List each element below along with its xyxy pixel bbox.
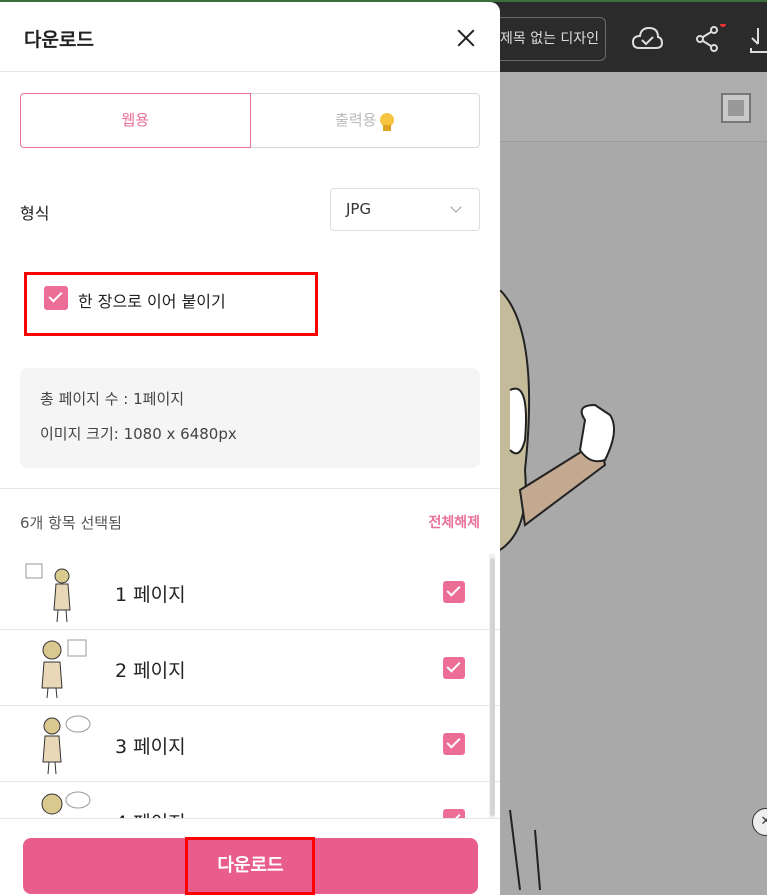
tab-print-label: 출력용 [335, 111, 377, 129]
check-icon [446, 734, 461, 749]
total-pages-text: 총 페이지 수 : 1페이지 [40, 390, 185, 408]
scrollbar[interactable] [490, 558, 495, 816]
download-modal: 다운로드 웹용 출력용 형식 JPG 한 장으로 이어 붙이기 총 페이지 수 … [0, 2, 500, 895]
download-button[interactable]: 다운로드 [23, 838, 478, 894]
format-select[interactable]: JPG [330, 188, 480, 231]
list-item[interactable]: 1 페이지 [0, 554, 500, 630]
merge-checkbox[interactable] [44, 286, 68, 310]
check-icon [446, 658, 461, 673]
tab-print[interactable]: 출력용 [250, 93, 480, 148]
image-size-text: 이미지 크기: 1080 x 6480px [40, 425, 237, 443]
design-title-button[interactable]: 제목 없는 디자인 [485, 17, 606, 61]
tab-web[interactable]: 웹용 [20, 93, 251, 148]
page-checkbox[interactable] [443, 809, 465, 818]
page-checkbox[interactable] [443, 657, 465, 679]
merge-label[interactable]: 한 장으로 이어 붙이기 [78, 288, 226, 312]
modal-header: 다운로드 [0, 2, 500, 72]
page-thumbnail [22, 788, 92, 818]
cloud-sync-icon[interactable] [631, 24, 664, 54]
tab-web-label: 웹용 [121, 111, 150, 129]
format-value: JPG [346, 200, 372, 218]
divider [0, 488, 500, 489]
list-item[interactable]: 4 페이지 [0, 782, 500, 818]
modal-title: 다운로드 [24, 29, 94, 51]
page-label: 2 페이지 [115, 660, 186, 682]
deselect-all-link[interactable]: 전체해제 [428, 512, 480, 532]
medal-icon [380, 113, 395, 131]
list-item[interactable]: 2 페이지 [0, 630, 500, 706]
canvas-character-illustration [499, 290, 615, 890]
page-thumbnail [22, 636, 92, 700]
check-icon [48, 288, 63, 303]
selected-count: 6개 항목 선택됨 [20, 514, 122, 532]
page-label: 1 페이지 [115, 584, 186, 606]
info-box: 총 페이지 수 : 1페이지 이미지 크기: 1080 x 6480px [20, 368, 480, 468]
page-checkbox[interactable] [443, 581, 465, 603]
page-label: 4 페이지 [115, 808, 186, 818]
tab-group: 웹용 출력용 [20, 93, 480, 148]
page-label: 3 페이지 [115, 736, 186, 758]
close-icon[interactable] [453, 25, 479, 51]
list-item[interactable]: 3 페이지 [0, 706, 500, 782]
page-thumbnail-button[interactable] [721, 93, 751, 123]
page-list: 1 페이지 2 페이지 3 페이지 4 페이지 [0, 554, 500, 818]
page-thumbnail [22, 560, 92, 624]
check-icon [446, 810, 461, 818]
chevron-down-icon [450, 201, 462, 213]
download-icon[interactable] [750, 24, 767, 54]
format-label: 형식 [20, 204, 50, 223]
check-icon [446, 582, 461, 597]
share-icon[interactable] [694, 21, 726, 54]
page-thumbnail [22, 712, 92, 776]
page-checkbox[interactable] [443, 733, 465, 755]
